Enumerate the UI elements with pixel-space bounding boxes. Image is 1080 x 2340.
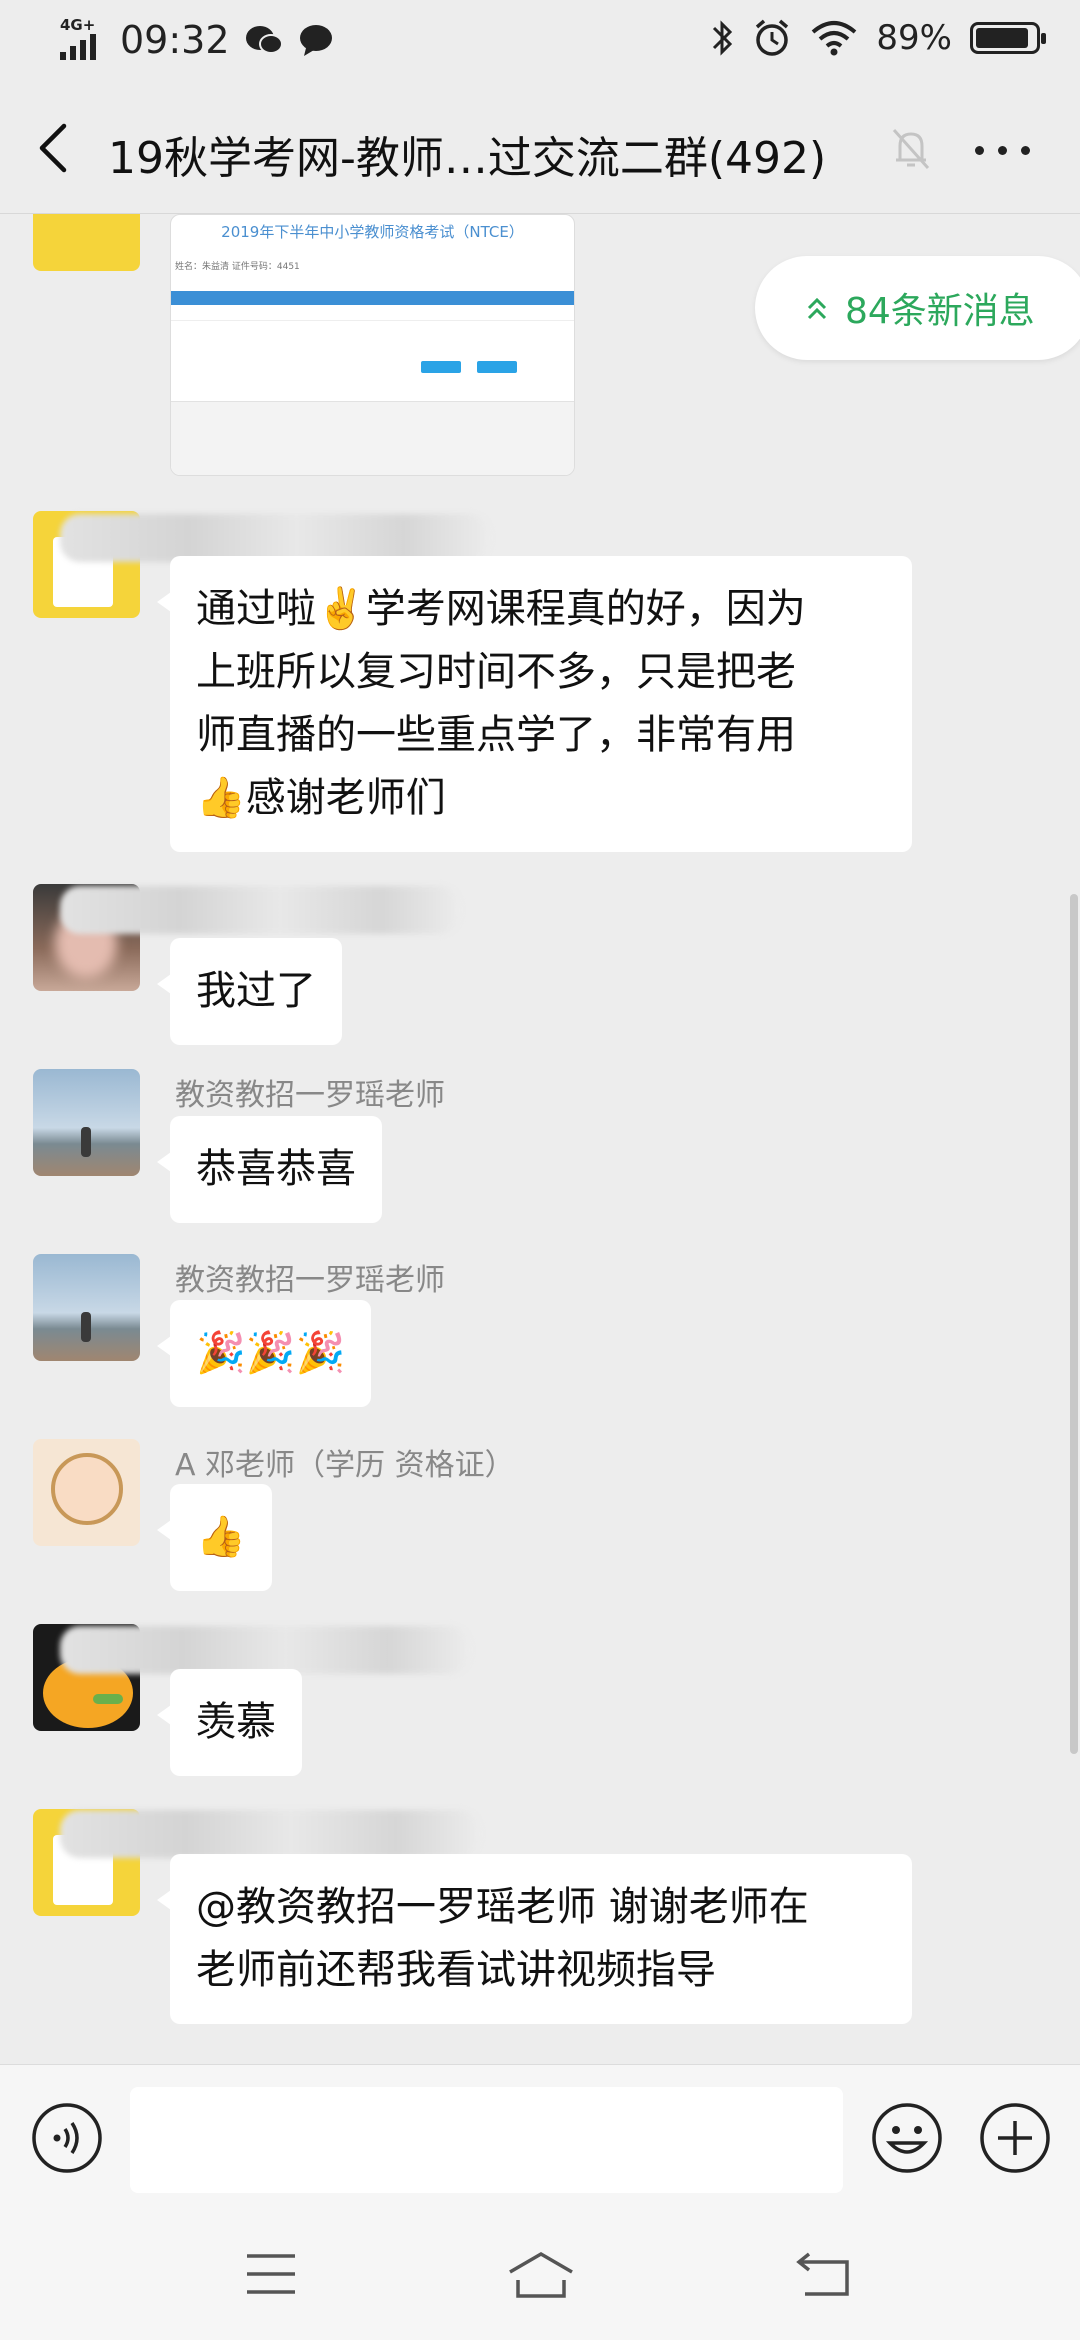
bell-off-icon (892, 128, 930, 170)
message-bubble[interactable]: 👍 (157, 1484, 272, 1591)
avatar[interactable] (33, 1439, 140, 1546)
double-chevron-up-icon (807, 297, 827, 320)
message-bubble[interactable]: 羡慕 (157, 1669, 302, 1776)
blurred-sender-name (60, 1626, 470, 1674)
sender-name: 教资教招一罗瑶老师 (175, 1078, 445, 1113)
wifi-icon (812, 21, 857, 56)
input-bar (0, 2064, 1080, 2214)
new-messages-count: 84条新消息 (845, 291, 1035, 332)
plus-icon[interactable] (978, 2101, 1052, 2175)
system-nav-bar (0, 2214, 1080, 2340)
avatar[interactable] (33, 1069, 140, 1176)
status-time: 09:32 (120, 18, 230, 62)
more-dots-icon[interactable] (975, 146, 1035, 156)
message-list[interactable]: 2019年下半年中小学教师资格考试（NTCE） 姓名：朱益清 证件号码：4451… (0, 214, 1080, 2064)
signal-icon: 4G+ (58, 16, 106, 64)
chat-header: 19秋学考网-教师…过交流二群(492) (0, 84, 1080, 214)
message-bubble[interactable]: 我过了 (157, 938, 342, 1045)
message-bubble[interactable]: 恭喜恭喜 (157, 1116, 382, 1223)
message-bubble[interactable]: @教资教招一罗瑶老师 谢谢老师在 老师前还帮我看试讲视频指导 (157, 1854, 912, 2024)
image-meta: 姓名：朱益清 证件号码：4451 (175, 262, 300, 272)
message-icon (299, 25, 332, 56)
chat-title: 19秋学考网-教师…过交流二群(492) (108, 133, 827, 184)
image-caption: 2019年下半年中小学教师资格考试（NTCE） (221, 223, 524, 241)
battery-icon (970, 22, 1046, 54)
status-bar: 4G+ 09:32 89% (0, 0, 1080, 84)
emoji-icon[interactable] (870, 2101, 944, 2175)
battery-percent: 89% (876, 18, 952, 58)
menu-icon[interactable] (245, 2252, 297, 2296)
sender-name: 教资教招一罗瑶老师 (175, 1263, 445, 1298)
network-type: 4G+ (60, 16, 96, 34)
wechat-icon (245, 26, 283, 54)
blurred-sender-name (60, 514, 490, 562)
alarm-icon (756, 19, 789, 56)
blurred-sender-name (60, 886, 460, 934)
message-bubble[interactable]: 通过啦✌️学考网课程真的好，因为 上班所以复习时间不多，只是把老 师直播的一些重… (157, 556, 912, 852)
blurred-sender-name (60, 1810, 480, 1858)
chevron-left-icon[interactable] (30, 120, 80, 176)
message-bubble[interactable]: 🎉🎉🎉 (156, 1300, 372, 1407)
new-messages-button[interactable]: 84条新消息 (755, 256, 1080, 360)
sender-name: A 邓老师（学历 资格证） (175, 1448, 515, 1483)
shared-image-message[interactable]: 2019年下半年中小学教师资格考试（NTCE） 姓名：朱益清 证件号码：4451 (170, 214, 575, 476)
message-input[interactable] (130, 2087, 843, 2193)
back-icon[interactable] (795, 2250, 851, 2298)
home-icon[interactable] (506, 2250, 576, 2300)
scrollbar[interactable] (1070, 894, 1078, 1754)
bluetooth-icon (713, 20, 733, 56)
avatar[interactable] (33, 1254, 140, 1361)
avatar[interactable] (33, 214, 140, 271)
voice-icon[interactable] (30, 2101, 104, 2175)
